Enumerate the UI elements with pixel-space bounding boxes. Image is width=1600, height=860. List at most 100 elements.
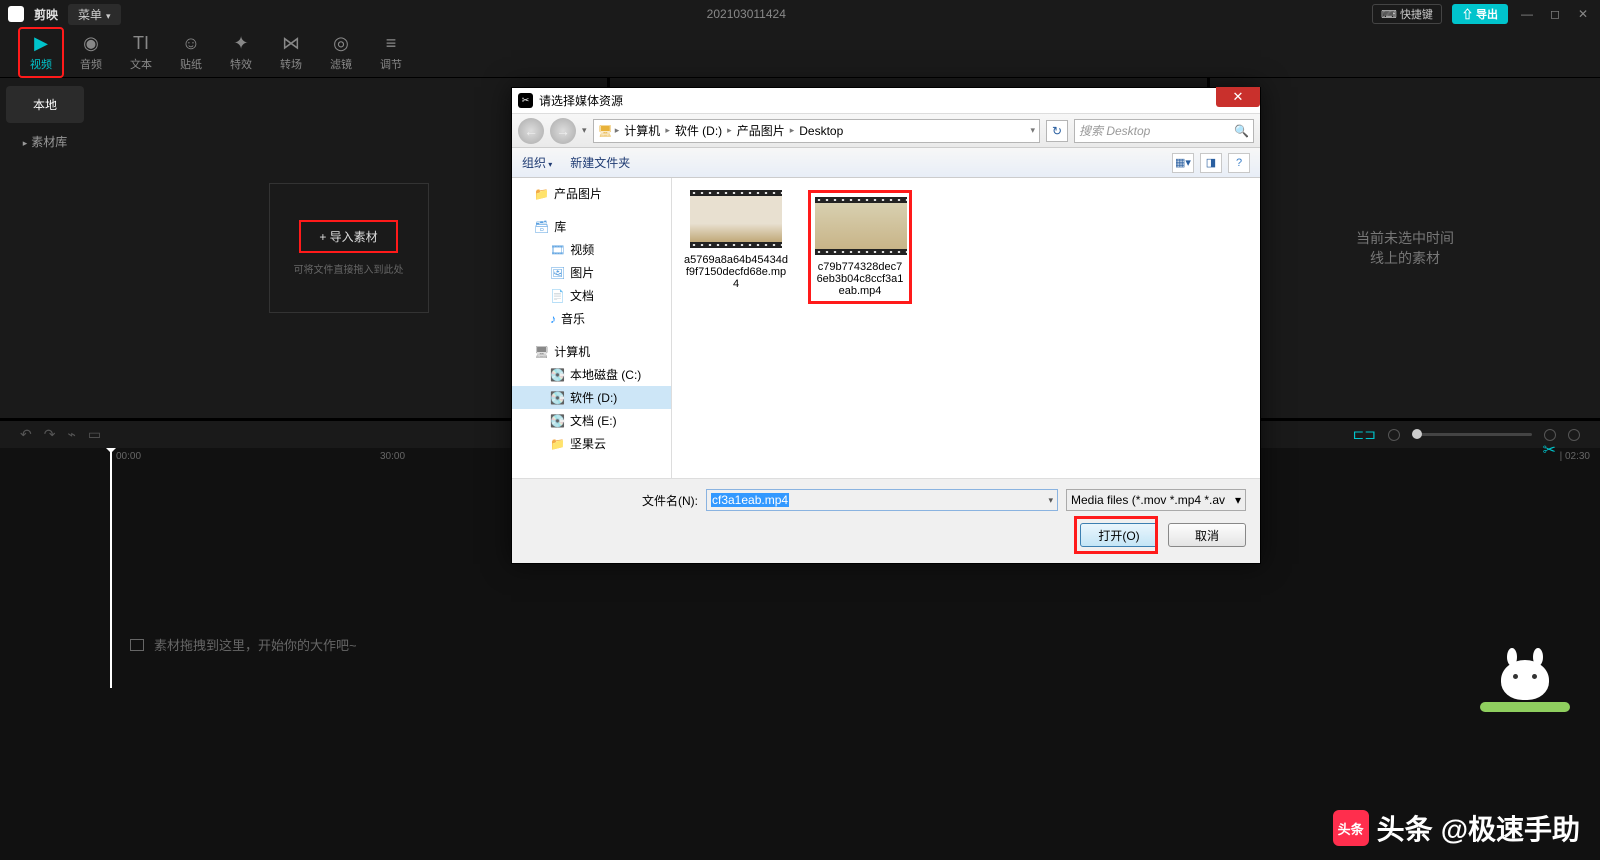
prop-empty-line2: 线上的素材 (1356, 248, 1454, 268)
nav-forward-button[interactable]: → (550, 118, 576, 144)
new-folder-button[interactable]: 新建文件夹 (570, 154, 630, 171)
help-button[interactable]: ? (1228, 153, 1250, 173)
text-icon: TI (118, 33, 164, 54)
nav-history-dropdown[interactable]: ▾ (582, 125, 587, 136)
search-icon: 🔍 (1154, 124, 1249, 138)
tab-video[interactable]: ▶视频 (18, 27, 64, 78)
app-name: 剪映 (34, 6, 58, 23)
clip-icon (130, 639, 144, 651)
shortcut-button[interactable]: ⌨ 快捷键 (1372, 4, 1442, 24)
filter-icon: ◎ (318, 33, 364, 54)
crumb-drive[interactable]: 软件 (D:) (672, 122, 725, 139)
video-thumbnail-icon (690, 190, 782, 248)
import-button[interactable]: + 导入素材 (299, 220, 397, 253)
open-button[interactable]: 打开(O) (1080, 523, 1158, 547)
view-mode-button[interactable]: ▦▾ (1172, 153, 1194, 173)
search-input[interactable]: 搜索 Desktop 🔍 (1074, 119, 1254, 143)
file-list[interactable]: a5769a8a64b45434df9f7150decfd68e.mp4 c79… (672, 178, 1260, 478)
tab-text[interactable]: TI文本 (118, 29, 164, 76)
folder-icon: 🖥 (598, 124, 613, 138)
filename-input[interactable]: cf3a1eab.mp4 (706, 489, 1058, 511)
ruler-end: | 02:30 (1560, 451, 1590, 462)
doc-icon: 📄 (550, 289, 565, 303)
redo-button[interactable]: ↷ (44, 426, 56, 443)
watermark: 头条 头条 @极速手助 (1333, 808, 1580, 848)
tool-tabs: ▶视频 ◉音频 TI文本 ☺贴纸 ✦特效 ⋈转场 ◎滤镜 ≡调节 (0, 28, 1600, 78)
zoom-in-button[interactable] (1544, 429, 1556, 441)
folder-icon: 📁 (534, 187, 549, 201)
ruler-tick-0: 00:00 (116, 451, 141, 462)
app-logo-icon (8, 6, 24, 22)
dialog-footer: 文件名(N): cf3a1eab.mp4 Media files (*.mov … (512, 478, 1260, 563)
preview-pane-button[interactable]: ◨ (1200, 153, 1222, 173)
zoom-slider[interactable] (1412, 433, 1532, 436)
video-thumbnail-icon (815, 197, 907, 255)
tree-computer[interactable]: 🖥计算机 (512, 340, 671, 363)
tree-edrive[interactable]: 💽文档 (E:) (512, 409, 671, 432)
tree-images[interactable]: 🖼图片 (512, 261, 671, 284)
tree-nuts[interactable]: 📁坚果云 (512, 432, 671, 455)
tree-product[interactable]: 📁产品图片 (512, 182, 671, 205)
minimize-button[interactable]: — (1518, 7, 1536, 21)
effects-icon: ✦ (218, 33, 264, 54)
adjust-icon: ≡ (368, 33, 414, 54)
file-name: a5769a8a64b45434df9f7150decfd68e.mp4 (684, 254, 788, 290)
subtab-library[interactable]: 素材库 (0, 123, 90, 160)
tab-audio[interactable]: ◉音频 (68, 29, 114, 76)
dialog-close-button[interactable]: ✕ (1216, 87, 1260, 107)
computer-icon: 🖥 (534, 345, 549, 359)
refresh-button[interactable]: ↻ (1046, 120, 1068, 142)
tab-adjust[interactable]: ≡调节 (368, 29, 414, 76)
file-name: c79b774328dec76eb3b04c8ccf3a1eab.mp4 (815, 261, 905, 297)
tree-music[interactable]: ♪音乐 (512, 307, 671, 330)
dialog-app-icon: ✂ (518, 93, 533, 108)
organize-menu[interactable]: 组织 (522, 154, 552, 171)
subtab-local[interactable]: 本地 (6, 86, 84, 123)
tree-ddrive[interactable]: 💽软件 (D:) (512, 386, 671, 409)
file-filter-select[interactable]: Media files (*.mov *.mp4 *.av▾ (1066, 489, 1246, 511)
crumb-folder1[interactable]: 产品图片 (734, 122, 788, 139)
tab-filter[interactable]: ◎滤镜 (318, 29, 364, 76)
sticker-icon: ☺ (168, 33, 214, 54)
breadcrumb[interactable]: 🖥 ▸ 计算机▸ 软件 (D:)▸ 产品图片▸ Desktop ▾ (593, 119, 1040, 143)
property-panel: 当前未选中时间 线上的素材 (1210, 78, 1600, 418)
tree-videos[interactable]: 🎞视频 (512, 238, 671, 261)
dialog-titlebar[interactable]: ✂ 请选择媒体资源 ✕ (512, 88, 1260, 114)
scissors-icon: ✂ (1543, 440, 1556, 460)
undo-button[interactable]: ↶ (20, 426, 32, 443)
zoom-fit-button[interactable] (1568, 429, 1580, 441)
window-controls: ⌨ 快捷键 ⇧ 导出 — ◻ ✕ (1372, 4, 1592, 24)
zoom-out-button[interactable] (1388, 429, 1400, 441)
cancel-button[interactable]: 取消 (1168, 523, 1246, 547)
tree-library[interactable]: 🗃库 (512, 215, 671, 238)
crumb-folder2[interactable]: Desktop (796, 124, 846, 138)
nav-back-button[interactable]: ← (518, 118, 544, 144)
folder-icon: 📁 (550, 437, 565, 451)
maximize-button[interactable]: ◻ (1546, 7, 1564, 21)
split-button[interactable]: ⌁ (67, 426, 75, 443)
prop-empty-line1: 当前未选中时间 (1356, 228, 1454, 248)
file-open-dialog: ✂ 请选择媒体资源 ✕ ← → ▾ 🖥 ▸ 计算机▸ 软件 (D:)▸ 产品图片… (511, 87, 1261, 564)
export-button[interactable]: ⇧ 导出 (1452, 4, 1508, 24)
file-item-2[interactable]: c79b774328dec76eb3b04c8ccf3a1eab.mp4 (808, 190, 912, 304)
playhead[interactable] (110, 448, 112, 688)
file-item-1[interactable]: a5769a8a64b45434df9f7150decfd68e.mp4 (684, 190, 788, 290)
tree-docs[interactable]: 📄文档 (512, 284, 671, 307)
close-button[interactable]: ✕ (1574, 7, 1592, 21)
delete-button[interactable]: ▭ (88, 426, 101, 443)
tab-sticker[interactable]: ☺贴纸 (168, 29, 214, 76)
dialog-title: 请选择媒体资源 (539, 92, 623, 109)
folder-tree[interactable]: 📁产品图片 🗃库 🎞视频 🖼图片 📄文档 ♪音乐 🖥计算机 💽本地磁盘 (C:)… (512, 178, 672, 478)
magnet-icon[interactable]: ⊏⊐ (1353, 426, 1376, 443)
import-hint: 可将文件直接拖入到此处 (294, 261, 404, 276)
crumb-computer[interactable]: 计算机 (621, 122, 663, 139)
image-icon: 🖼 (550, 266, 565, 280)
library-icon: 🗃 (534, 220, 549, 234)
transition-icon: ⋈ (268, 33, 314, 54)
tab-effects[interactable]: ✦特效 (218, 29, 264, 76)
tab-transition[interactable]: ⋈转场 (268, 29, 314, 76)
menu-button[interactable]: 菜单 (68, 4, 121, 25)
tree-cdrive[interactable]: 💽本地磁盘 (C:) (512, 363, 671, 386)
audio-icon: ◉ (68, 33, 114, 54)
drive-icon: 💽 (550, 391, 565, 405)
